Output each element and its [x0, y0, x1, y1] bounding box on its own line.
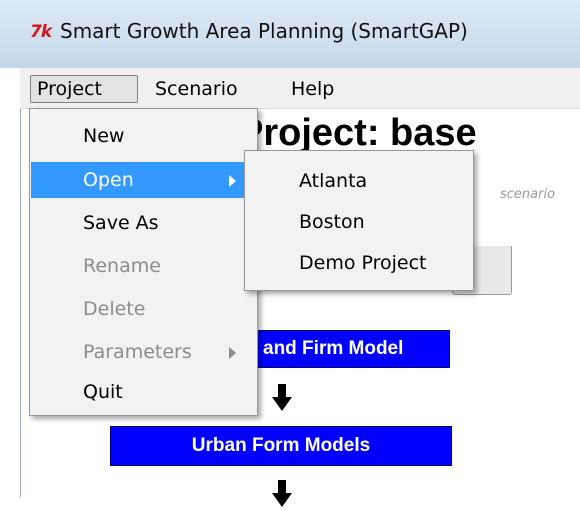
down-arrow-icon — [272, 384, 292, 414]
project-menu-dropdown: New Open Save As Rename Delete Parameter… — [29, 108, 258, 416]
menu-item-save-as[interactable]: Save As — [31, 205, 256, 241]
submenu-arrow-icon — [229, 175, 236, 187]
menu-item-open[interactable]: Open — [31, 162, 256, 198]
submenu-item-atlanta[interactable]: Atlanta — [245, 161, 473, 201]
menu-item-label: Save As — [83, 212, 159, 234]
menu-item-quit[interactable]: Quit — [31, 374, 256, 410]
menu-project[interactable]: Project — [30, 75, 138, 103]
open-submenu: Atlanta Boston Demo Project — [244, 150, 474, 291]
menu-item-rename: Rename — [31, 248, 256, 284]
menu-item-new[interactable]: New — [31, 118, 256, 154]
submenu-item-boston[interactable]: Boston — [245, 202, 473, 242]
scenario-hint: scenario — [500, 187, 556, 202]
menu-item-delete: Delete — [31, 291, 256, 327]
menu-scenario[interactable]: Scenario — [149, 75, 244, 103]
urban-form-models-button[interactable]: Urban Form Models — [110, 426, 452, 466]
menu-item-label: Delete — [83, 298, 146, 320]
menu-help[interactable]: Help — [285, 75, 340, 103]
menu-item-label: Parameters — [83, 341, 192, 363]
menu-item-label: Quit — [83, 381, 123, 403]
submenu-arrow-icon — [229, 347, 236, 359]
submenu-item-demo-project[interactable]: Demo Project — [245, 243, 473, 283]
down-arrow-icon — [272, 480, 292, 510]
app-icon: 7k — [30, 22, 52, 42]
menu-item-label: Open — [83, 169, 134, 191]
firm-model-button[interactable]: and Firm Model — [252, 330, 450, 368]
window-title: Smart Growth Area Planning (SmartGAP) — [60, 19, 468, 43]
window-titlebar: 7k Smart Growth Area Planning (SmartGAP) — [0, 0, 580, 68]
menu-item-label: New — [83, 125, 125, 147]
menu-item-parameters: Parameters — [31, 334, 256, 370]
menu-item-label: Rename — [83, 255, 161, 277]
page-title: Project: base — [238, 112, 477, 154]
